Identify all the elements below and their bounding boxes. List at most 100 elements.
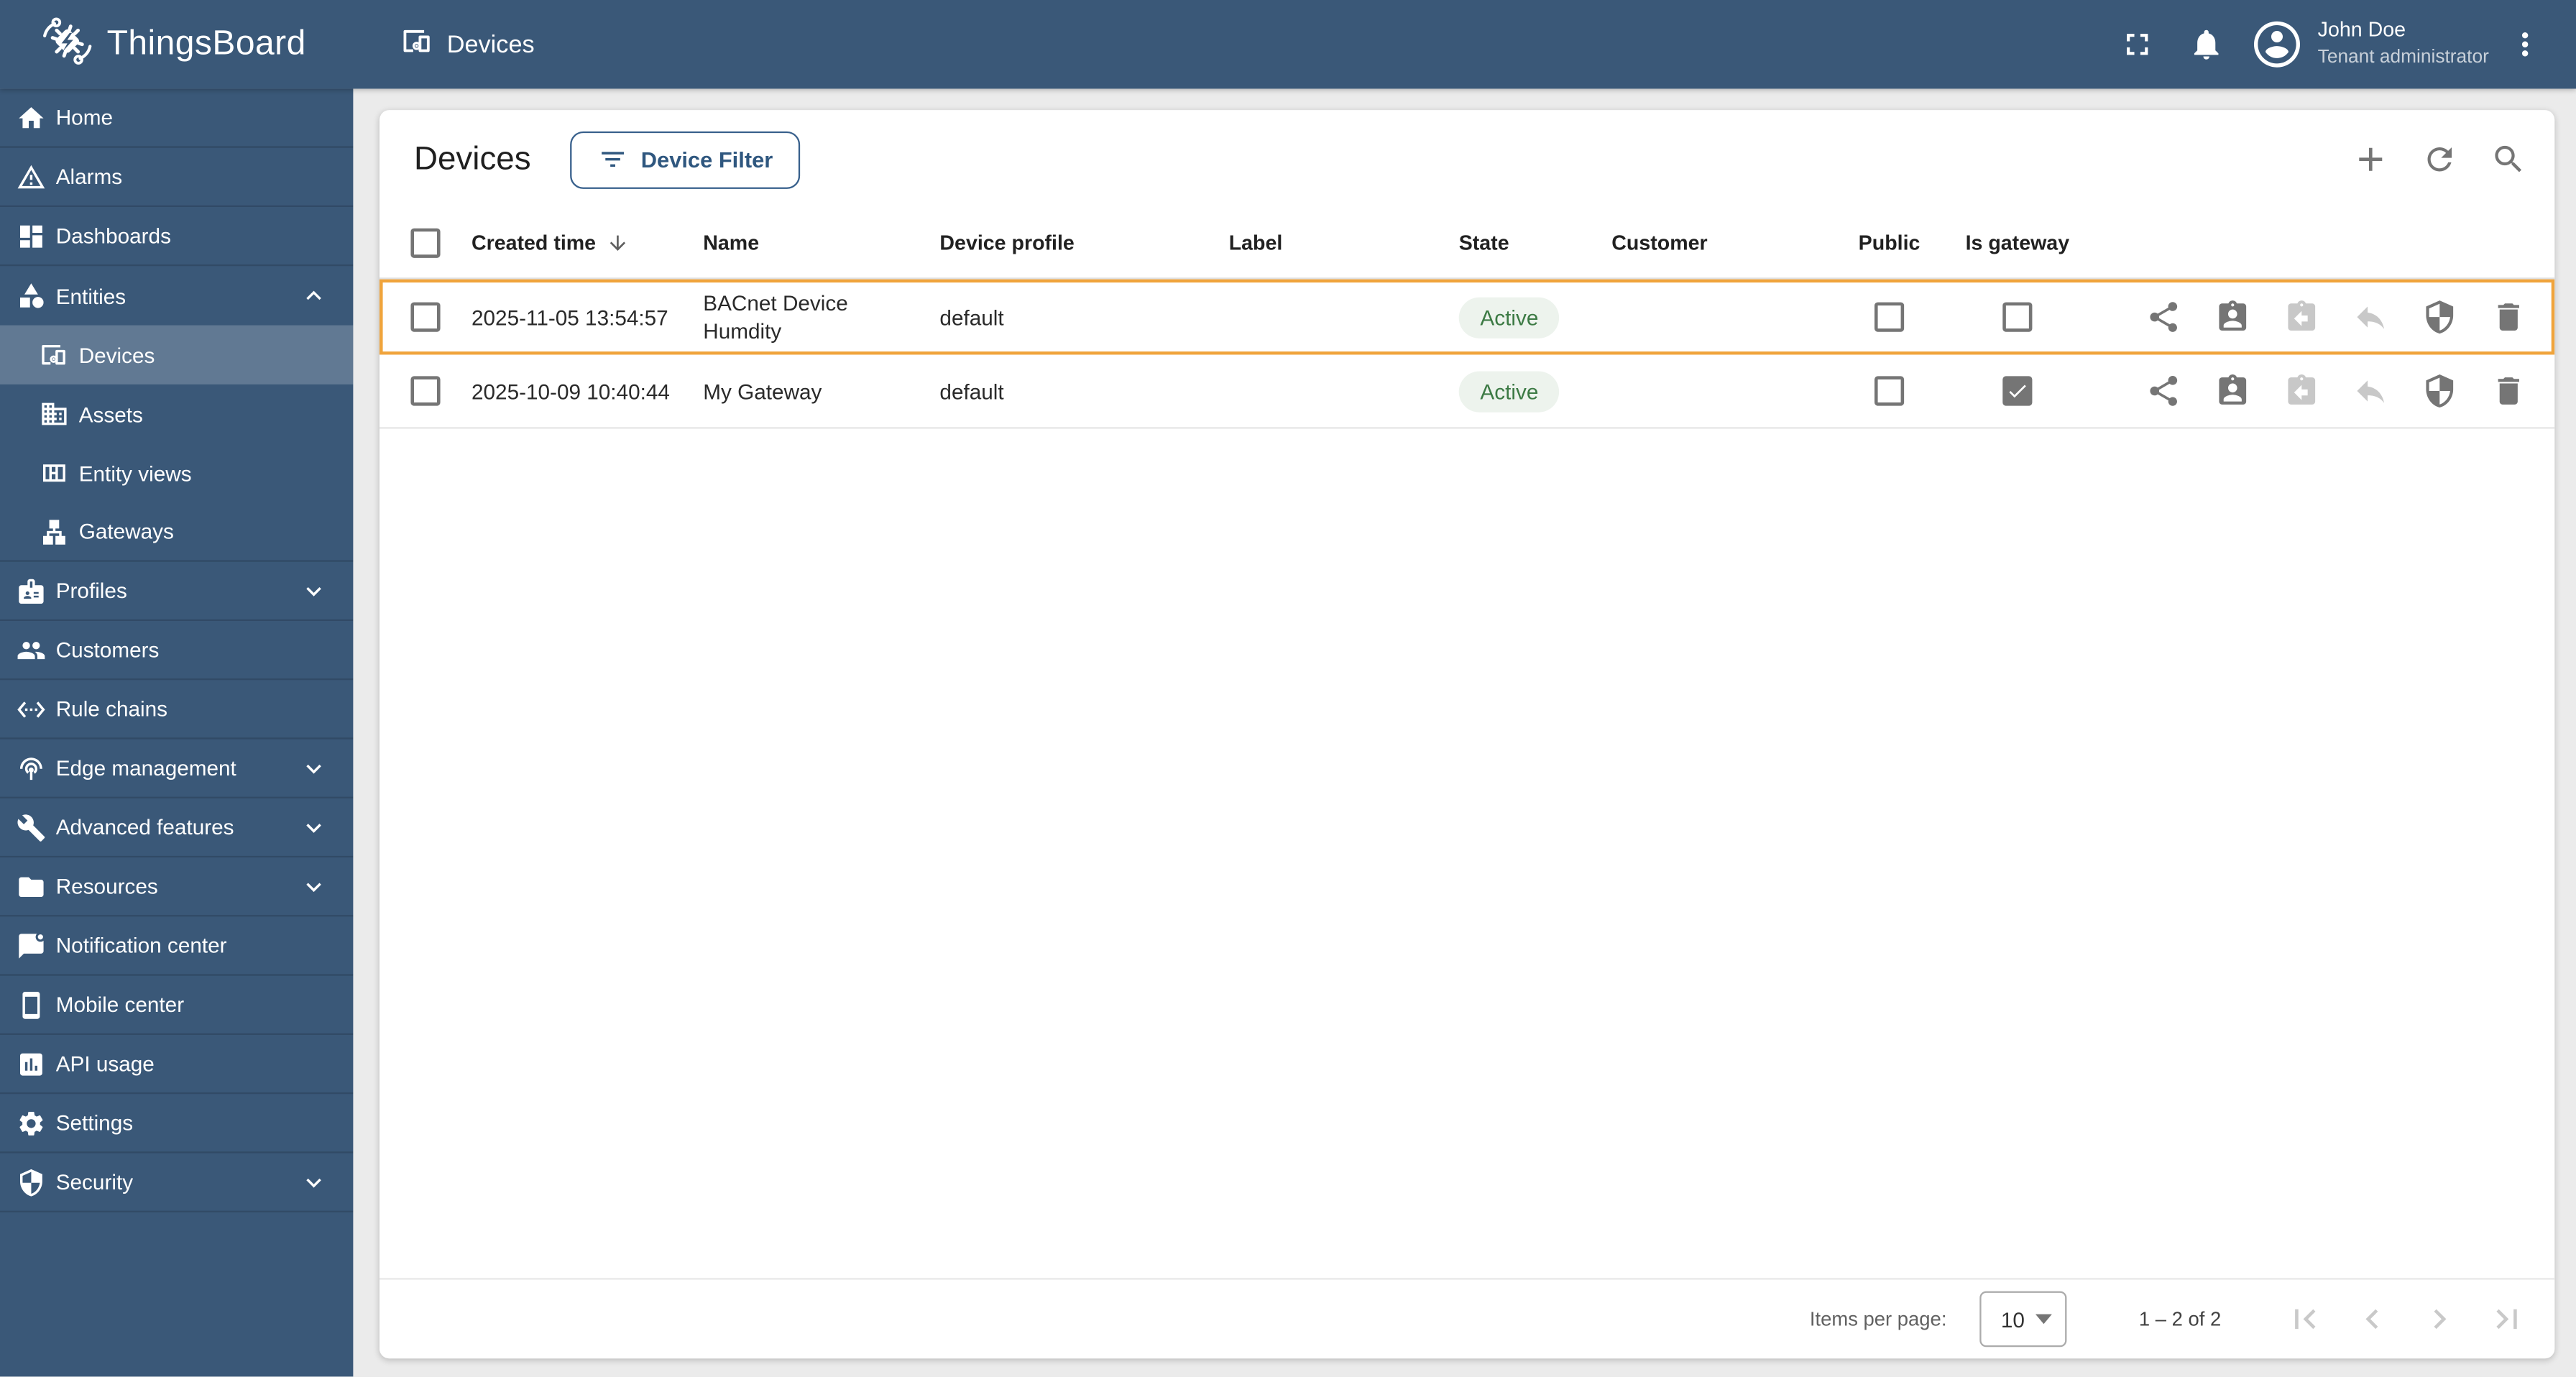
table-header-row: Created time Name Device profile Label S… bbox=[379, 208, 2555, 280]
chevron-down-icon bbox=[299, 812, 328, 842]
sidebar-item-advanced-features[interactable]: Advanced features bbox=[0, 798, 354, 858]
user-avatar[interactable] bbox=[2253, 21, 2300, 68]
caret-down-icon bbox=[2035, 1314, 2052, 1325]
sidebar-item-customers[interactable]: Customers bbox=[0, 621, 354, 681]
public-checkbox[interactable] bbox=[1874, 376, 1905, 406]
sidebar-item-security[interactable]: Security bbox=[0, 1153, 354, 1212]
column-header-label[interactable]: Label bbox=[1197, 231, 1427, 254]
column-header-device-profile[interactable]: Device profile bbox=[908, 231, 1197, 254]
row-checkbox[interactable] bbox=[410, 302, 441, 332]
column-header-customer[interactable]: Customer bbox=[1581, 231, 1826, 254]
is-gateway-checkbox[interactable] bbox=[2002, 376, 2033, 406]
last-page-button[interactable] bbox=[2488, 1299, 2527, 1339]
cell-name: My Gateway bbox=[703, 378, 822, 404]
first-page-button[interactable] bbox=[2285, 1299, 2324, 1339]
cell-is-gateway bbox=[1954, 376, 2082, 406]
make-private-icon bbox=[2351, 372, 2391, 411]
column-header-is-gateway[interactable]: Is gateway bbox=[1954, 231, 2082, 254]
sidebar-item-api-usage[interactable]: API usage bbox=[0, 1035, 354, 1095]
chevron-up-icon bbox=[299, 281, 328, 310]
page-title: Devices bbox=[413, 140, 531, 177]
sidebar-item-edge-management[interactable]: Edge management bbox=[0, 740, 354, 798]
share-icon[interactable] bbox=[2144, 372, 2184, 411]
cell-public bbox=[1825, 302, 1953, 332]
sidebar-item-settings[interactable]: Settings bbox=[0, 1094, 354, 1153]
sidebar-item-entity-views[interactable]: Entity views bbox=[0, 443, 353, 502]
devices-icon bbox=[401, 24, 434, 65]
manage-credentials-icon[interactable] bbox=[2420, 298, 2460, 337]
advanced-features-tools-icon bbox=[17, 812, 46, 842]
column-header-state[interactable]: State bbox=[1427, 231, 1581, 254]
cell-state: Active bbox=[1427, 370, 1581, 412]
dashboards-icon bbox=[17, 221, 46, 250]
sidebar-item-gateways[interactable]: Gateways bbox=[0, 502, 354, 562]
sidebar-item-mobile-center[interactable]: Mobile center bbox=[0, 976, 354, 1035]
sidebar-item-assets[interactable]: Assets bbox=[0, 384, 353, 443]
thingsboard-logo-icon bbox=[40, 12, 96, 76]
device-filter-button[interactable]: Device Filter bbox=[570, 130, 801, 188]
fullscreen-button[interactable] bbox=[2117, 24, 2157, 64]
row-actions bbox=[2082, 372, 2554, 411]
devices-toolbar: Devices Device Filter bbox=[380, 110, 2554, 208]
table-row[interactable]: 2025-10-09 10:40:44 My Gateway default A… bbox=[379, 355, 2555, 429]
sidebar-item-devices[interactable]: Devices bbox=[0, 325, 354, 384]
status-badge: Active bbox=[1458, 296, 1560, 338]
manage-credentials-icon[interactable] bbox=[2420, 372, 2460, 411]
notification-center-icon bbox=[17, 931, 46, 960]
mobile-center-icon bbox=[17, 990, 46, 1019]
user-name: John Doe bbox=[2317, 18, 2406, 42]
assign-to-customer-icon[interactable] bbox=[2213, 298, 2253, 337]
next-page-button[interactable] bbox=[2420, 1299, 2460, 1339]
items-per-page-select[interactable]: 10 bbox=[1979, 1291, 2067, 1348]
row-select-cell bbox=[380, 302, 441, 332]
brand[interactable]: ThingsBoard bbox=[0, 12, 306, 76]
previous-page-button[interactable] bbox=[2352, 1299, 2392, 1339]
select-all-checkbox[interactable] bbox=[410, 228, 441, 258]
sidebar-item-profiles[interactable]: Profiles bbox=[0, 562, 354, 621]
devices-icon bbox=[40, 340, 69, 369]
delete-icon[interactable] bbox=[2489, 372, 2529, 411]
edge-management-icon bbox=[17, 753, 46, 783]
column-header-public[interactable]: Public bbox=[1825, 231, 1953, 254]
assign-to-customer-icon[interactable] bbox=[2213, 372, 2253, 411]
add-icon bbox=[2359, 147, 2383, 171]
search-button[interactable] bbox=[2489, 139, 2529, 179]
cell-device-profile: default bbox=[939, 378, 1004, 404]
delete-icon[interactable] bbox=[2489, 298, 2529, 337]
chevron-down-icon bbox=[299, 872, 328, 901]
sidebar-item-entities[interactable]: Entities bbox=[0, 266, 353, 325]
add-device-button[interactable] bbox=[2351, 139, 2391, 179]
notifications-button[interactable] bbox=[2186, 24, 2226, 64]
is-gateway-checkbox[interactable] bbox=[2002, 302, 2033, 332]
home-icon bbox=[17, 103, 46, 132]
brand-name: ThingsBoard bbox=[106, 24, 306, 63]
cell-created-time: 2025-10-09 10:40:44 bbox=[471, 378, 670, 404]
row-checkbox[interactable] bbox=[410, 376, 441, 406]
cell-name: BACnet Device Humdity bbox=[703, 290, 848, 344]
entities-icon bbox=[17, 281, 46, 310]
breadcrumb: Devices bbox=[401, 24, 535, 65]
search-icon bbox=[2495, 145, 2522, 172]
pagination-range: 1 – 2 of 2 bbox=[2138, 1307, 2222, 1331]
refresh-button[interactable] bbox=[2420, 139, 2460, 179]
column-header-name[interactable]: Name bbox=[672, 231, 908, 254]
column-header-created-time[interactable]: Created time bbox=[441, 231, 672, 254]
sidebar-item-dashboards[interactable]: Dashboards bbox=[0, 207, 354, 267]
table-row[interactable]: 2025-11-05 13:54:57 BACnet Device Humdit… bbox=[380, 280, 2554, 355]
sidebar-item-rule-chains[interactable]: Rule chains bbox=[0, 680, 354, 740]
row-actions bbox=[2082, 298, 2554, 337]
sidebar-item-notification-center[interactable]: Notification center bbox=[0, 916, 354, 976]
status-badge: Active bbox=[1458, 370, 1560, 412]
public-checkbox[interactable] bbox=[1874, 302, 1905, 332]
alarm-warning-icon bbox=[17, 162, 46, 191]
sidebar-item-alarms[interactable]: Alarms bbox=[0, 148, 354, 207]
sidebar-item-home[interactable]: Home bbox=[0, 88, 354, 148]
shield-icon bbox=[17, 1167, 46, 1197]
more-menu-button[interactable] bbox=[2506, 24, 2545, 64]
sidebar-item-resources[interactable]: Resources bbox=[0, 857, 354, 917]
select-all-cell bbox=[380, 228, 441, 258]
sidebar: Home Alarms Dashboards Entities Devices bbox=[0, 88, 354, 1377]
pagination-bar: Items per page: 10 1 – 2 of 2 bbox=[379, 1278, 2555, 1359]
assets-icon bbox=[40, 399, 69, 428]
share-icon[interactable] bbox=[2144, 298, 2184, 337]
